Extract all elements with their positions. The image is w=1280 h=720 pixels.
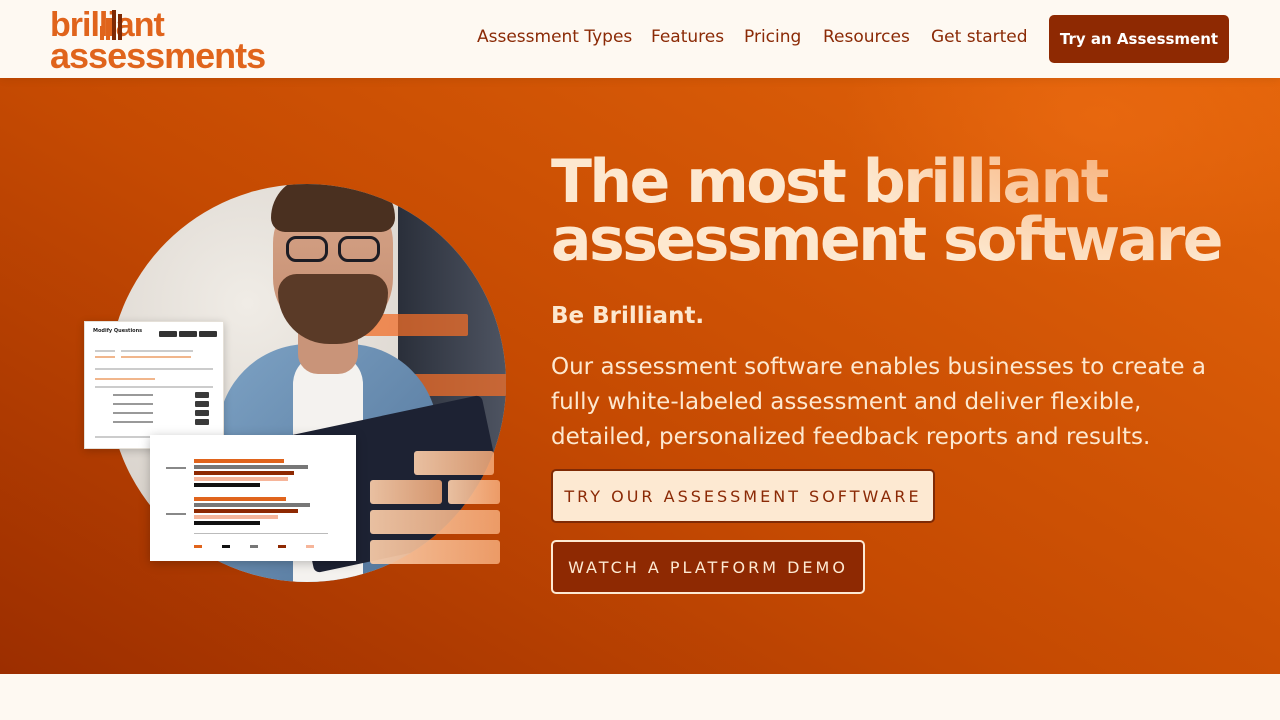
legend-swatch — [306, 545, 314, 548]
chart-bar — [194, 521, 260, 525]
try-software-button[interactable]: TRY OUR ASSESSMENT SOFTWARE — [551, 469, 935, 523]
hero-section: Modify Questions The most brilliant asse… — [0, 78, 1280, 674]
chart-bar — [194, 497, 286, 501]
hero-headline-line2: assessment software — [551, 205, 1223, 275]
card-action-buttons — [159, 331, 217, 337]
decor-bar — [370, 540, 500, 564]
chart-bar — [194, 465, 308, 469]
chart-bar — [194, 503, 310, 507]
hero-description: Our assessment software enables business… — [551, 354, 1206, 450]
chart-bar — [194, 477, 288, 481]
hero-headline-line1: The most brilliant — [551, 147, 1109, 217]
modify-questions-card: Modify Questions — [84, 321, 224, 449]
watch-demo-button[interactable]: WATCH A PLATFORM DEMO — [551, 540, 865, 594]
legend-swatch — [194, 545, 202, 548]
report-chart-card — [150, 435, 356, 561]
try-assessment-button[interactable]: Try an Assessment — [1049, 15, 1229, 63]
table-row — [95, 401, 213, 408]
table-row — [95, 410, 213, 417]
site-header: brilliant assessments Assessment Types F… — [0, 0, 1280, 78]
legend-swatch — [278, 545, 286, 548]
logo-wordmark-line2: assessments — [50, 35, 266, 76]
nav-resources[interactable]: Resources — [823, 27, 910, 51]
chart-bar — [194, 509, 298, 513]
chart-bar — [194, 471, 294, 475]
chart-bar — [194, 515, 278, 519]
decor-bar — [448, 480, 500, 504]
photo-person-hair — [271, 184, 395, 232]
nav-features[interactable]: Features — [651, 27, 724, 51]
table-row — [95, 392, 213, 399]
hero-subheading: Be Brilliant. — [551, 303, 705, 329]
decor-bar — [370, 480, 442, 504]
hero-headline: The most brilliant assessment software — [551, 147, 1251, 275]
chart-bar — [194, 483, 260, 487]
table-row — [95, 419, 213, 426]
photo-person-glasses — [280, 236, 390, 262]
chart-axis — [194, 533, 328, 534]
nav-assessment-types[interactable]: Assessment Types — [477, 27, 632, 51]
brand-logo[interactable]: brilliant assessments — [50, 6, 274, 76]
nav-pricing[interactable]: Pricing — [744, 27, 801, 51]
legend-swatch — [222, 545, 230, 548]
chart-bar — [194, 459, 284, 463]
legend-swatch — [250, 545, 258, 548]
decor-bar — [370, 510, 500, 534]
decor-bar — [414, 451, 494, 475]
nav-get-started[interactable]: Get started — [931, 27, 1028, 51]
